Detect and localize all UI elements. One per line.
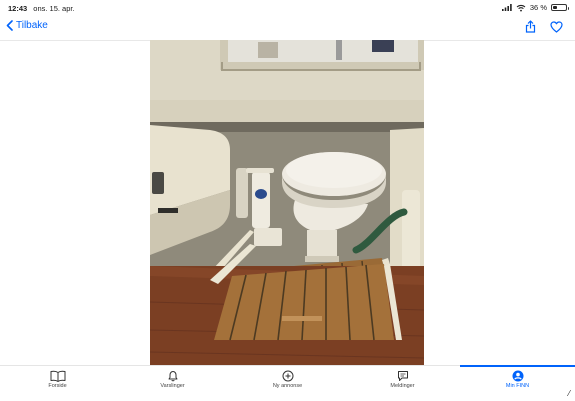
battery-icon bbox=[551, 4, 569, 11]
nav-actions bbox=[525, 20, 563, 38]
home-indicator: ⁄ bbox=[568, 389, 570, 398]
nav-bar: Tilbake bbox=[0, 16, 575, 41]
battery-fill bbox=[553, 6, 558, 9]
tab-label-varslinger: Varslinger bbox=[160, 383, 185, 389]
tab-label-ny-annonse: Ny annonse bbox=[272, 383, 303, 389]
bell-icon bbox=[168, 371, 177, 382]
toilet-photo bbox=[150, 40, 424, 365]
wifi-icon bbox=[516, 4, 526, 11]
status-time: 12:43 bbox=[8, 4, 28, 13]
status-date: ons. 15. apr. bbox=[33, 4, 75, 13]
share-icon[interactable] bbox=[525, 20, 536, 38]
status-right: 36 % bbox=[501, 3, 569, 12]
tab-label-meldinger: Meldinger bbox=[390, 383, 415, 389]
status-bar: 12:43 ons. 15. apr. 36 % bbox=[0, 0, 575, 16]
battery-cap bbox=[567, 7, 569, 10]
heart-icon[interactable] bbox=[550, 20, 563, 38]
signal-icon bbox=[501, 4, 512, 11]
tab-forside[interactable]: Forside bbox=[0, 366, 115, 401]
tab-ny-annonse[interactable]: Ny annonse bbox=[230, 366, 345, 401]
chat-icon bbox=[397, 371, 408, 381]
tab-bar: Forside Varslinger Ny annonse Meldinger … bbox=[0, 365, 575, 401]
plus-circle-icon bbox=[282, 370, 293, 382]
back-label: Tilbake bbox=[16, 20, 48, 31]
tab-label-forside: Forside bbox=[48, 383, 67, 389]
chevron-left-icon bbox=[6, 20, 13, 31]
tab-meldinger[interactable]: Meldinger bbox=[345, 366, 460, 401]
book-icon bbox=[50, 370, 65, 382]
tab-varslinger[interactable]: Varslinger bbox=[115, 366, 230, 401]
tab-label-min-finn: Min FINN bbox=[505, 383, 530, 389]
listing-photo[interactable] bbox=[150, 40, 424, 365]
back-button[interactable]: Tilbake bbox=[6, 20, 48, 31]
battery-percent: 36 % bbox=[529, 3, 547, 12]
profile-icon bbox=[512, 370, 523, 382]
tab-min-finn[interactable]: Min FINN bbox=[460, 366, 575, 401]
status-left: 12:43 ons. 15. apr. bbox=[8, 4, 75, 13]
